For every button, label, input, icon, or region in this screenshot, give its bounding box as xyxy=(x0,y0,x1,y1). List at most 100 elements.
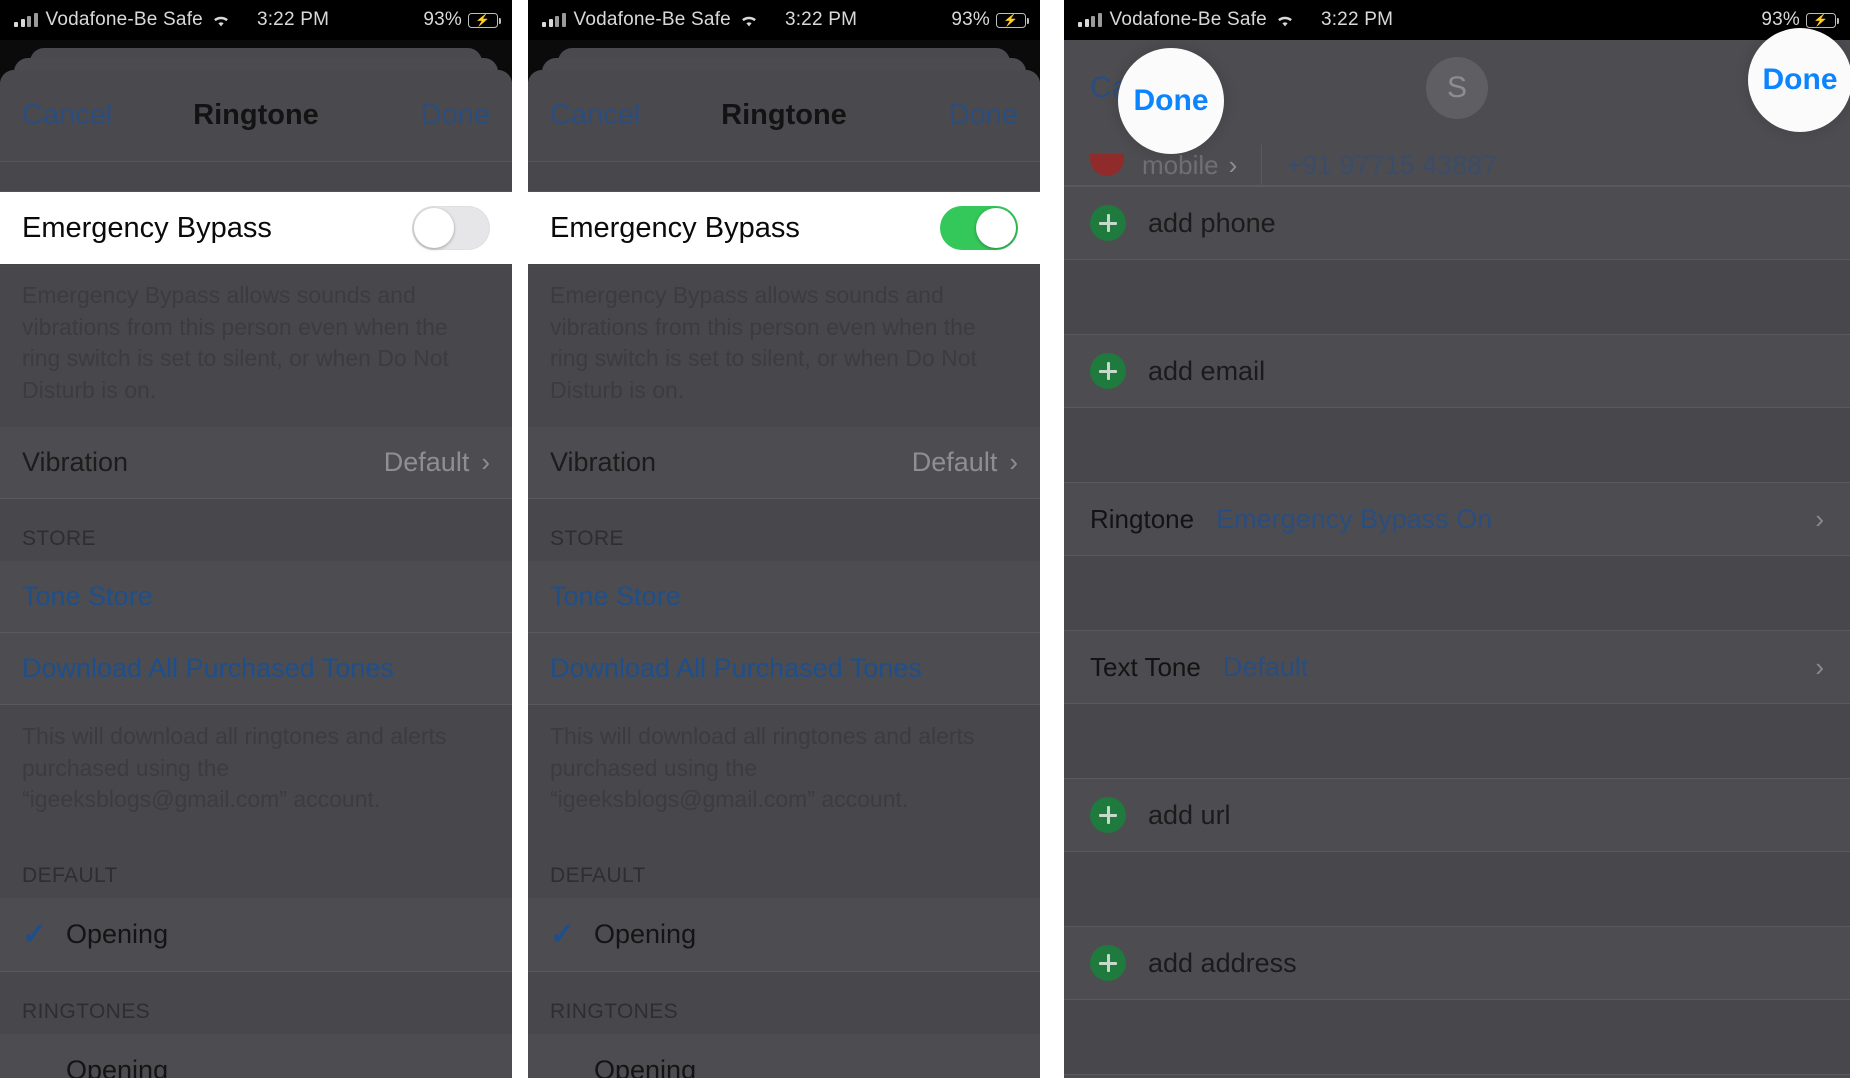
section-gap xyxy=(1064,852,1850,926)
ringtone-sheet-1: Cancel Ringtone Done Emergency Bypass Em… xyxy=(0,70,512,1078)
plus-icon xyxy=(1090,797,1126,833)
phone-screen-3: Vodafone-Be Safe 3:22 PM 93% ⚡ Cancel S xyxy=(1064,0,1850,1078)
emergency-bypass-footnote: Emergency Bypass allows sounds and vibra… xyxy=(528,264,1040,427)
mobile-phone-strip: mobile › +91 97715 43887 xyxy=(1090,145,1497,185)
default-tone-row[interactable]: ✓ Opening xyxy=(0,898,512,973)
done-button[interactable]: Done xyxy=(421,99,490,132)
tone-store-row[interactable]: Tone Store xyxy=(0,560,512,633)
vibration-row[interactable]: Vibration Default › xyxy=(528,426,1040,499)
avatar[interactable]: S xyxy=(1426,57,1488,119)
contact-edit-sheet: Cancel S Done mobile › +91 97715 43887 xyxy=(1064,40,1850,1078)
status-bar-3: Vodafone-Be Safe 3:22 PM 93% ⚡ xyxy=(1064,0,1850,40)
text-tone-key-label: Text Tone xyxy=(1090,651,1201,682)
emergency-bypass-row[interactable]: Emergency Bypass xyxy=(528,192,1040,264)
chevron-right-icon: › xyxy=(1228,149,1238,180)
add-address-row[interactable]: add address xyxy=(1064,926,1850,1000)
ringtone-value-label: Emergency Bypass On xyxy=(1216,503,1493,534)
download-all-tones-label: Download All Purchased Tones xyxy=(550,652,922,683)
avatar-initial: S xyxy=(1446,71,1467,104)
section-gap xyxy=(1064,1000,1850,1074)
add-address-label: add address xyxy=(1148,947,1297,978)
toggle-knob xyxy=(414,208,454,248)
default-tone-label: Opening xyxy=(66,919,169,950)
vibration-row[interactable]: Vibration Default › xyxy=(0,426,512,499)
ringtone-key-label: Ringtone xyxy=(1090,503,1195,534)
add-phone-label: add phone xyxy=(1148,207,1276,238)
ringtone-list-item[interactable]: ✓ Opening xyxy=(528,1034,1040,1078)
add-email-label: add email xyxy=(1148,355,1266,386)
ringtones-section-header: RINGTONES xyxy=(528,972,1040,1035)
ringtone-row[interactable]: Ringtone Emergency Bypass On › xyxy=(1064,482,1850,556)
add-url-row[interactable]: add url xyxy=(1064,778,1850,852)
download-all-tones-label: Download All Purchased Tones xyxy=(22,652,394,683)
screenshot-stage: Vodafone-Be Safe 3:22 PM 93% ⚡ Cancel Ri… xyxy=(0,0,1850,1078)
emergency-bypass-toggle[interactable] xyxy=(412,206,490,250)
cellular-bars-icon xyxy=(1078,13,1102,27)
delete-minus-icon[interactable] xyxy=(1090,154,1124,176)
cancel-button[interactable]: Cancel xyxy=(22,99,112,132)
section-gap xyxy=(1064,704,1850,778)
toggle-knob xyxy=(976,208,1016,248)
status-left-3: Vodafone-Be Safe 3:22 PM xyxy=(1078,9,1393,31)
status-bar-2: Vodafone-Be Safe 3:22 PM 93% ⚡ xyxy=(528,0,1040,40)
ringtones-section-header: RINGTONES xyxy=(0,972,512,1035)
download-note: This will download all ringtones and ale… xyxy=(528,704,1040,837)
phone-screen-2: Vodafone-Be Safe 3:22 PM 93% ⚡ Cancel Ri… xyxy=(528,0,1040,1078)
download-note: This will download all ringtones and ale… xyxy=(0,704,512,837)
ringtone-navbar-2: Cancel Ringtone Done xyxy=(528,70,1040,162)
divider xyxy=(1261,145,1263,185)
plus-icon xyxy=(1090,353,1126,389)
ringtone-sheet-stack-1: Cancel Ringtone Done Emergency Bypass Em… xyxy=(0,40,512,1078)
ringtone-navbar-1: Cancel Ringtone Done xyxy=(0,70,512,162)
plus-icon xyxy=(1090,205,1126,241)
add-phone-row[interactable]: add phone xyxy=(1064,186,1850,260)
emergency-bypass-row[interactable]: Emergency Bypass xyxy=(0,192,512,264)
emergency-bypass-footnote: Emergency Bypass allows sounds and vibra… xyxy=(0,264,512,427)
done-button[interactable]: Done xyxy=(949,99,1018,132)
battery-charging-icon: ⚡ xyxy=(1806,12,1840,28)
mobile-number: +91 97715 43887 xyxy=(1286,149,1498,180)
vibration-value: Default xyxy=(383,446,470,477)
ringtone-list-item[interactable]: ✓ Opening xyxy=(0,1034,512,1078)
plus-icon xyxy=(1090,945,1126,981)
download-all-tones-row[interactable]: Download All Purchased Tones xyxy=(0,632,512,705)
tap-highlight-done-panel3[interactable]: Done xyxy=(1748,28,1850,132)
wifi-icon xyxy=(1275,13,1295,28)
download-all-tones-row[interactable]: Download All Purchased Tones xyxy=(528,632,1040,705)
status-left-2: Vodafone-Be Safe 3:22 PM xyxy=(542,9,857,31)
ringtone-sheet-2: Cancel Ringtone Done Emergency Bypass Em… xyxy=(528,70,1040,1078)
add-email-row[interactable]: add email xyxy=(1064,334,1850,408)
section-gap xyxy=(1064,556,1850,630)
cancel-button[interactable]: Cancel xyxy=(550,99,640,132)
status-right-1: 93% ⚡ xyxy=(423,9,502,31)
emergency-bypass-label: Emergency Bypass xyxy=(550,211,800,244)
panel-gutter-2 xyxy=(1040,0,1064,1078)
store-section-header: STORE xyxy=(528,498,1040,561)
tap-highlight-done-panel2[interactable]: Done xyxy=(1118,48,1224,154)
status-left-1: Vodafone-Be Safe 3:22 PM xyxy=(14,9,329,31)
add-birthday-row[interactable]: add birthday xyxy=(1064,1074,1850,1078)
text-tone-value-label: Default xyxy=(1222,651,1309,682)
vibration-value-wrap: Default › xyxy=(912,447,1018,478)
wifi-icon xyxy=(211,13,231,28)
ringtone-sheet-stack-2: Cancel Ringtone Done Emergency Bypass Em… xyxy=(528,40,1040,1078)
cellular-bars-icon xyxy=(542,13,566,27)
add-url-label: add url xyxy=(1148,799,1231,830)
cellular-bars-icon xyxy=(14,13,38,27)
text-tone-row[interactable]: Text Tone Default › xyxy=(1064,630,1850,704)
store-section-header: STORE xyxy=(0,498,512,561)
tone-store-row[interactable]: Tone Store xyxy=(528,560,1040,633)
chevron-right-icon: › xyxy=(1009,446,1018,477)
vibration-value: Default xyxy=(911,446,998,477)
chevron-right-icon: › xyxy=(1815,503,1824,534)
carrier-label: Vodafone-Be Safe xyxy=(1109,9,1267,30)
battery-charging-icon: ⚡ xyxy=(468,12,502,28)
status-bar-1: Vodafone-Be Safe 3:22 PM 93% ⚡ xyxy=(0,0,512,40)
emergency-bypass-label: Emergency Bypass xyxy=(22,211,272,244)
ringtone-item-label: Opening xyxy=(66,1055,169,1078)
battery-charging-icon: ⚡ xyxy=(996,12,1030,28)
emergency-bypass-toggle[interactable] xyxy=(940,206,1018,250)
checkmark-icon: ✓ xyxy=(550,918,576,952)
section-gap xyxy=(1064,408,1850,482)
default-tone-row[interactable]: ✓ Opening xyxy=(528,898,1040,973)
